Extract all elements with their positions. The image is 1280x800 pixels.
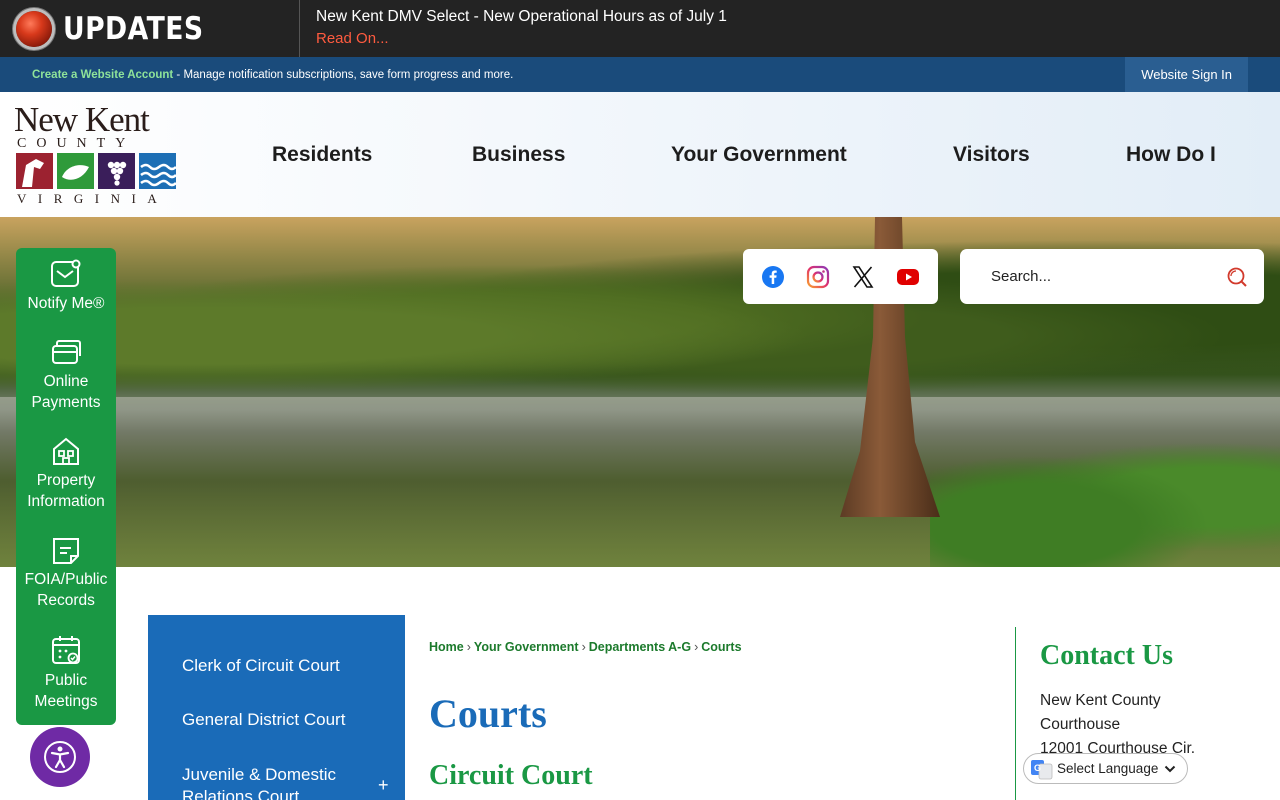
accessibility-button[interactable] — [30, 727, 90, 787]
alert-bar: UPDATES New Kent DMV Select - New Operat… — [0, 0, 1280, 57]
breadcrumb-home[interactable]: Home — [429, 640, 464, 654]
logo-county: COUNTY — [17, 136, 136, 151]
waves-tile-icon — [139, 153, 176, 189]
language-select-label: Select Language — [1057, 761, 1159, 776]
side-navigation: Clerk of Circuit Court General District … — [148, 615, 405, 800]
contact-line: Courthouse — [1040, 716, 1121, 733]
sidenav-general-district-court[interactable]: General District Court — [182, 709, 345, 731]
quick-link-label: Property Information — [27, 472, 105, 510]
contact-title: Contact Us — [1040, 640, 1173, 671]
alert-read-on-link[interactable]: Read On... — [316, 30, 389, 47]
quick-link-label: Public Meetings — [34, 672, 98, 710]
records-icon — [53, 538, 79, 564]
search-icon[interactable] — [1226, 266, 1248, 288]
search-input[interactable] — [991, 268, 1211, 285]
account-bar: Create a Website Account - Manage notifi… — [0, 57, 1280, 92]
horse-tile-icon — [16, 153, 53, 189]
account-notice: Create a Website Account - Manage notifi… — [0, 69, 513, 81]
breadcrumb-your-government[interactable]: Your Government — [474, 640, 579, 654]
alert-header[interactable]: UPDATES — [0, 0, 300, 57]
page-title: Courts — [429, 691, 547, 736]
leaf-tile-icon — [57, 153, 94, 189]
site-header: New Kent COUNTY VIRGINIA Residents Busin… — [0, 92, 1280, 217]
site-search — [960, 249, 1264, 304]
alert-light-icon — [16, 10, 52, 47]
quick-links: Notify Me® Online Payments Property Info… — [16, 248, 116, 725]
breadcrumb-departments[interactable]: Departments A-G — [589, 640, 691, 654]
account-description: - Manage notification subscriptions, sav… — [173, 68, 514, 81]
notify-icon — [51, 259, 81, 287]
quick-link-property-information[interactable]: Property Information — [16, 435, 116, 512]
quick-link-public-meetings[interactable]: Public Meetings — [16, 633, 116, 712]
county-logo[interactable]: New Kent COUNTY VIRGINIA — [14, 102, 182, 206]
section-heading: Circuit Court — [429, 760, 593, 791]
svg-text:G: G — [1034, 763, 1041, 773]
instagram-icon[interactable] — [806, 265, 830, 289]
chevron-down-icon — [1165, 765, 1176, 772]
nav-how-do-i[interactable]: How Do I — [1126, 92, 1216, 217]
google-translate-icon: G — [1031, 759, 1053, 779]
nav-residents[interactable]: Residents — [272, 92, 372, 217]
contact-line: New Kent County — [1040, 692, 1161, 709]
sidebar-divider — [1015, 627, 1016, 800]
logo-state: VIRGINIA — [17, 191, 169, 206]
quick-link-online-payments[interactable]: Online Payments — [16, 336, 116, 413]
logo-tiles — [16, 153, 182, 189]
quick-link-label: FOIA/Public Records — [24, 571, 108, 609]
quick-link-notify-me[interactable]: Notify Me® — [16, 258, 116, 315]
quick-link-foia-public-records[interactable]: FOIA/Public Records — [16, 534, 116, 611]
logo-name: New Kent — [14, 100, 150, 139]
language-select[interactable]: G Select Language — [1023, 753, 1188, 784]
grapes-tile-icon — [98, 153, 135, 189]
accessibility-icon — [44, 741, 76, 773]
expand-plus-icon[interactable]: + — [378, 775, 389, 796]
quick-link-label: Online Payments — [31, 373, 101, 411]
property-icon — [53, 437, 79, 465]
breadcrumb-courts[interactable]: Courts — [701, 640, 741, 654]
youtube-icon[interactable] — [896, 265, 920, 289]
website-sign-in-button[interactable]: Website Sign In — [1125, 57, 1248, 92]
social-links — [743, 249, 938, 304]
alert-message[interactable]: New Kent DMV Select - New Operational Ho… — [316, 8, 727, 26]
nav-your-government[interactable]: Your Government — [671, 92, 847, 217]
calendar-icon — [52, 636, 80, 664]
breadcrumb: Home › Your Government › Departments A-G › Cou… — [429, 640, 742, 654]
sidenav-juvenile-domestic-relations-court[interactable]: Juvenile & Domestic Relations Court — [182, 764, 352, 800]
x-icon[interactable] — [851, 265, 875, 289]
quick-link-label: Notify Me® — [27, 295, 105, 312]
facebook-icon[interactable] — [761, 265, 785, 289]
payments-icon — [52, 340, 81, 364]
alert-title: UPDATES — [63, 10, 204, 47]
contact-address: New Kent County Courthouse 12001 Courtho… — [1040, 689, 1195, 761]
nav-business[interactable]: Business — [472, 92, 565, 217]
create-account-link[interactable]: Create a Website Account — [32, 69, 173, 81]
sidenav-clerk-of-circuit-court[interactable]: Clerk of Circuit Court — [182, 655, 340, 677]
nav-visitors[interactable]: Visitors — [953, 92, 1030, 217]
